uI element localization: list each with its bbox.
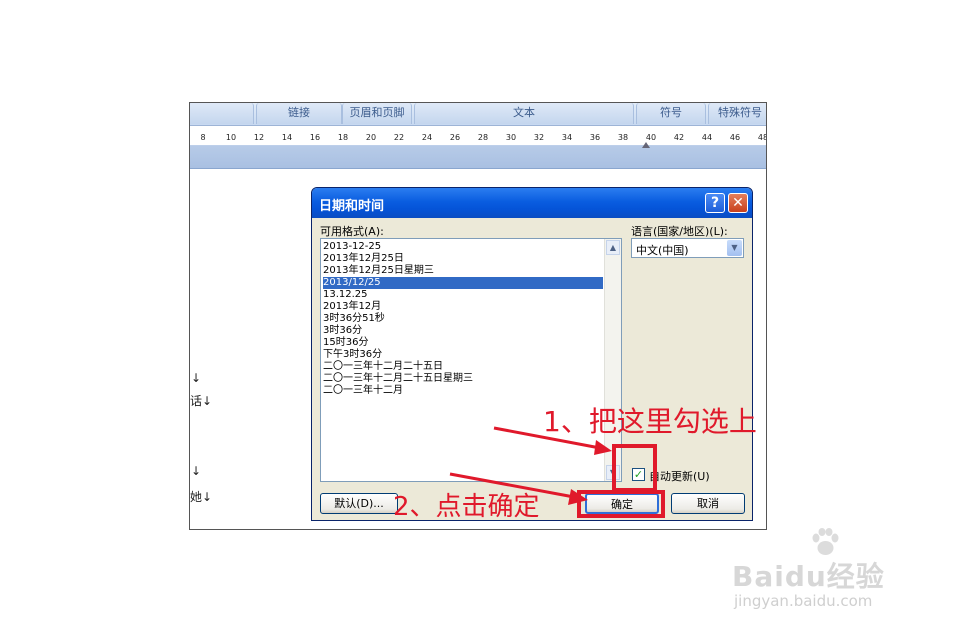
baidu-paw-icon <box>812 528 839 555</box>
highlight-box-ok <box>577 490 665 518</box>
step1-annotation: 1、把这里勾选上 <box>543 405 757 438</box>
watermark-url: jingyan.baidu.com <box>734 592 873 610</box>
watermark-logo: Baidu经验 <box>732 560 885 593</box>
highlight-box-checkbox <box>612 444 657 492</box>
step2-annotation: 2、点击确定 <box>393 492 540 522</box>
